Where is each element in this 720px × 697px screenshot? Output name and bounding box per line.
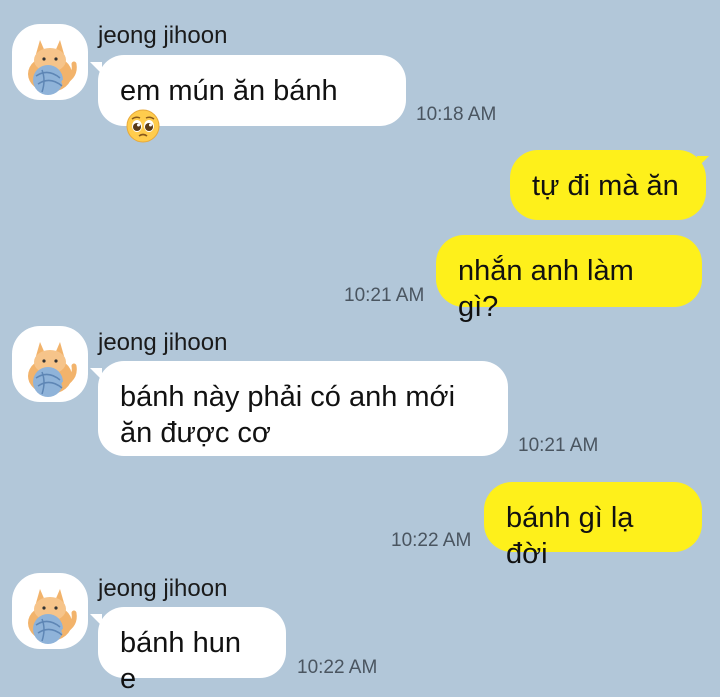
message-bubble-outgoing[interactable]: bánh gì lạ đời	[484, 482, 702, 570]
cat-avatar-icon	[28, 589, 77, 644]
message-time: 10:21 AM	[518, 435, 599, 456]
avatar[interactable]	[12, 24, 88, 100]
message-text: tự đi mà ăn	[532, 170, 679, 202]
message-time: 10:22 AM	[297, 657, 378, 678]
pleading-face-icon	[126, 109, 160, 143]
message-bubble-outgoing[interactable]: nhắn anh làm gì?	[436, 235, 702, 323]
sender-name: jeong jihoon	[98, 329, 228, 356]
message-bubble-incoming[interactable]: em mún ăn bánh	[98, 55, 406, 143]
message-bubble-outgoing[interactable]: tự đi mà ăn	[510, 150, 706, 220]
message-text: bánh hun e	[120, 627, 241, 695]
message-time: 10:18 AM	[416, 104, 497, 125]
bubble-tail	[697, 156, 709, 168]
message-text: nhắn anh làm gì?	[458, 255, 634, 323]
avatar[interactable]	[12, 573, 88, 649]
message-text-line: ăn được cơ	[120, 417, 271, 449]
sender-name: jeong jihoon	[98, 575, 228, 602]
message-text: bánh gì lạ đời	[506, 502, 634, 570]
avatar[interactable]	[12, 326, 88, 402]
cat-avatar-icon	[28, 40, 77, 95]
message-time: 10:22 AM	[391, 530, 472, 551]
cat-avatar-icon	[28, 342, 77, 397]
message-text-line: bánh này phải có anh mới	[120, 381, 456, 413]
message-bubble-incoming[interactable]: bánh này phải có anh mới ăn được cơ	[98, 361, 508, 456]
message-bubble-incoming[interactable]: bánh hun e	[98, 607, 286, 695]
message-text: em mún ăn bánh	[120, 75, 338, 107]
sender-name: jeong jihoon	[98, 22, 228, 49]
message-time: 10:21 AM	[344, 285, 425, 306]
